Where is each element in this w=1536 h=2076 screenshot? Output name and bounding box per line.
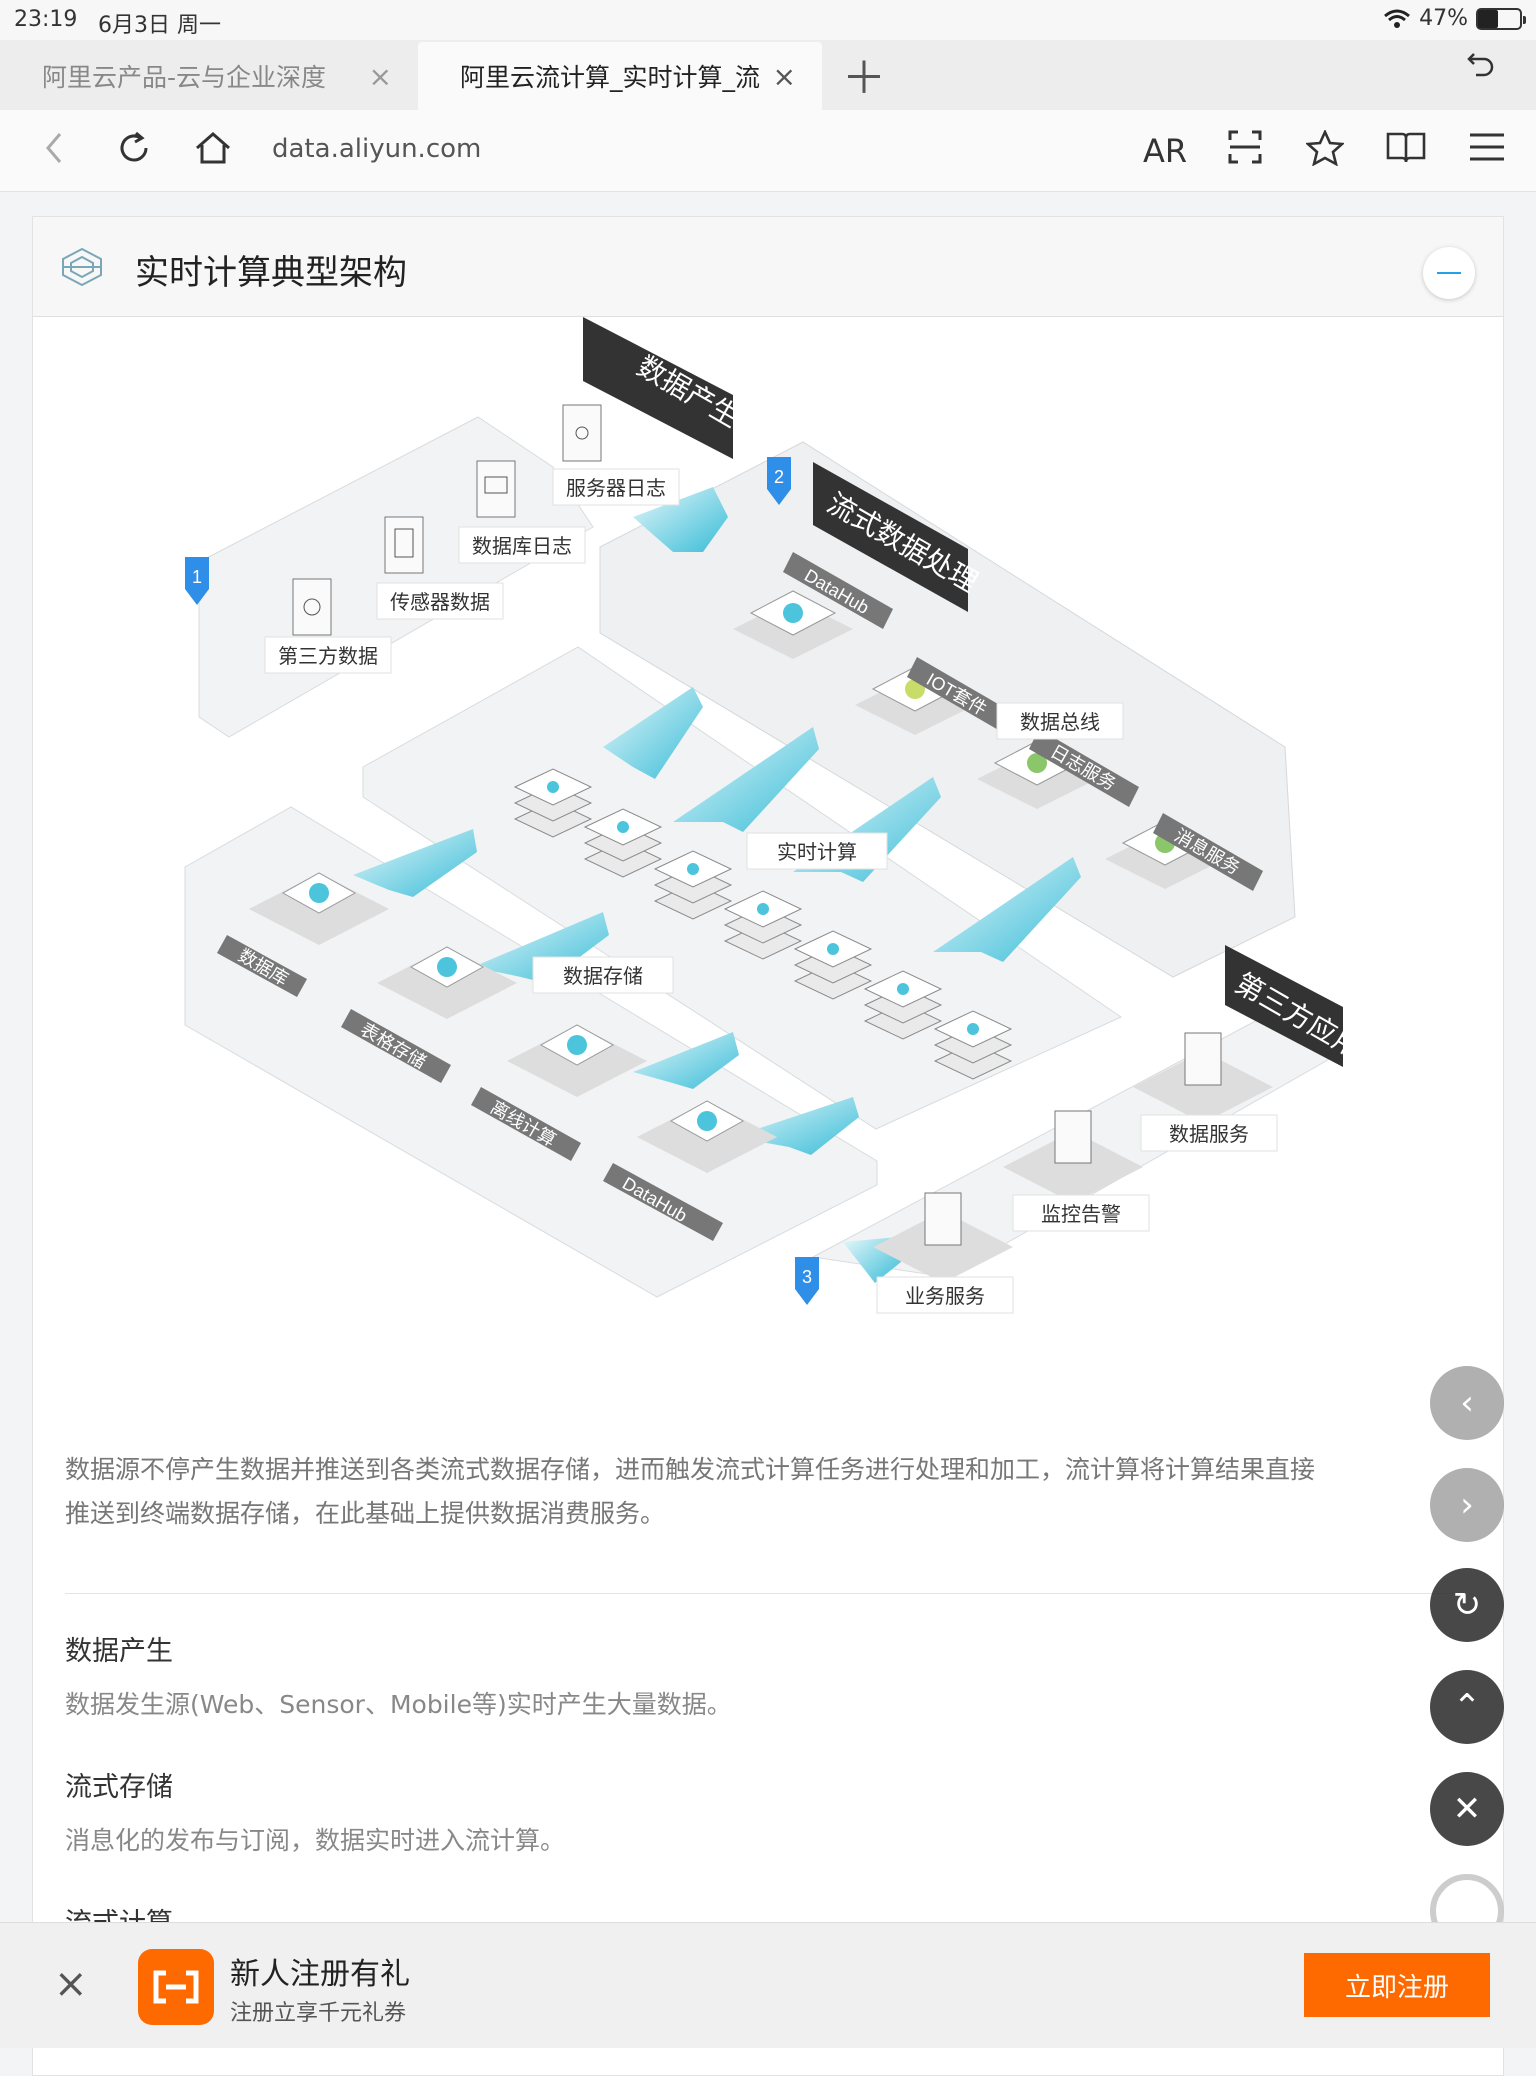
- tab-label: 阿里云产品-云与企业深度: [42, 63, 327, 92]
- banner-title: 新人注册有礼: [230, 1957, 410, 1992]
- label-box: 传感器数据: [376, 582, 504, 620]
- reload-icon[interactable]: [116, 130, 152, 175]
- stream-icon: [827, 943, 839, 955]
- refresh-button[interactable]: ↻: [1430, 1568, 1504, 1642]
- device-sensor: [384, 516, 424, 574]
- svg-text:1: 1: [192, 567, 202, 587]
- collapse-button[interactable]: [1423, 247, 1475, 299]
- label-box: 监控告警: [1012, 1194, 1150, 1232]
- battery-icon: [1476, 7, 1526, 30]
- close-page-button[interactable]: ✕: [1430, 1772, 1504, 1846]
- close-icon[interactable]: ×: [369, 60, 392, 93]
- battery-fill: [1478, 9, 1498, 28]
- new-tab-plus-icon[interactable]: ＋: [842, 42, 886, 106]
- stream-icon: [757, 903, 769, 915]
- svg-text:服务器日志: 服务器日志: [566, 477, 666, 500]
- stream-icon: [967, 1023, 979, 1035]
- back-icon[interactable]: [40, 130, 70, 175]
- stream-icon: [617, 821, 629, 833]
- device-thirdparty: [292, 578, 332, 636]
- refresh-icon: ↻: [1452, 1585, 1482, 1625]
- tab-aliyun-products[interactable]: 阿里云产品-云与企业深度 ×: [0, 42, 418, 110]
- book-icon[interactable]: [1386, 130, 1426, 173]
- status-bar: 23:19 6月3日 周一 47%: [0, 0, 1536, 40]
- status-time: 23:19: [14, 7, 78, 32]
- card-header: 实时计算典型架构: [33, 217, 1503, 317]
- register-button[interactable]: 立即注册: [1304, 1953, 1490, 2017]
- menu-icon[interactable]: [1468, 130, 1506, 171]
- label-box: 业务服务: [876, 1276, 1014, 1314]
- svg-text:数据存储: 数据存储: [563, 965, 643, 988]
- svg-text:第三方数据: 第三方数据: [278, 645, 378, 668]
- status-date: 6月3日 周一: [98, 13, 221, 38]
- ar-button[interactable]: AR: [1143, 132, 1187, 170]
- url-text[interactable]: data.aliyun.com: [272, 134, 481, 164]
- svg-text:2: 2: [774, 467, 784, 487]
- svg-text:数据总线: 数据总线: [1020, 711, 1100, 734]
- stream-icon: [687, 863, 699, 875]
- signup-banner: × 新人注册有礼 注册立享千元礼券 立即注册: [0, 1922, 1536, 2048]
- stream-icon: [547, 781, 559, 793]
- tab-bar: 阿里云产品-云与企业深度 × 阿里云流计算_实时计算_流 × ＋: [0, 40, 1536, 110]
- card-title: 实时计算典型架构: [135, 253, 407, 293]
- device-server: [562, 404, 602, 462]
- undo-icon[interactable]: [1466, 48, 1496, 86]
- svg-text:传感器数据: 传感器数据: [390, 591, 490, 614]
- scroll-top-button[interactable]: ⌃: [1430, 1670, 1504, 1744]
- zone-banner-data-source: 数据产生: [583, 317, 745, 459]
- aliyun-logo-icon: [138, 1949, 214, 2025]
- architecture-card: 实时计算典型架构 数据产生 流式数据处理 第三方应用 1 2 3 服务器日志 数…: [32, 216, 1504, 2076]
- section-title-stream-storage: 流式存储: [65, 1772, 173, 1803]
- chevron-left-icon: ‹: [1460, 1383, 1474, 1423]
- label-box: 实时计算: [746, 832, 888, 870]
- device-database: [476, 460, 516, 518]
- svg-text:数据库日志: 数据库日志: [472, 535, 572, 558]
- status-right: 47%: [1383, 6, 1526, 31]
- svg-text:业务服务: 业务服务: [905, 1285, 985, 1308]
- banner-subtitle: 注册立享千元礼券: [230, 2001, 407, 2026]
- scan-icon[interactable]: [1228, 130, 1262, 173]
- chevron-right-icon: ›: [1460, 1485, 1474, 1525]
- label-box: 数据库日志: [458, 526, 586, 564]
- svg-text:3: 3: [802, 1267, 812, 1287]
- arrow-up-icon: ⌃: [1452, 1687, 1482, 1727]
- battery-percent: 47%: [1419, 6, 1468, 31]
- divider: [65, 1593, 1465, 1594]
- svg-text:实时计算: 实时计算: [777, 841, 857, 864]
- architecture-diagram: 数据产生 流式数据处理 第三方应用 1 2 3 服务器日志 数据库日志 传感器数…: [184, 317, 1367, 1314]
- label-box: 数据存储: [532, 956, 674, 994]
- network-icon: [62, 247, 102, 287]
- wifi-icon: [1384, 9, 1411, 28]
- marker-3: 3: [795, 1257, 819, 1305]
- home-icon[interactable]: [194, 130, 232, 175]
- next-page-button[interactable]: ›: [1430, 1468, 1504, 1542]
- label-box: 数据总线: [996, 702, 1124, 740]
- section-title-data-source: 数据产生: [65, 1636, 173, 1667]
- svg-text:监控告警: 监控告警: [1041, 1203, 1121, 1226]
- label-box: 数据服务: [1140, 1114, 1278, 1152]
- tab-stream-computing[interactable]: 阿里云流计算_实时计算_流 ×: [418, 42, 822, 110]
- label-box: 第三方数据: [264, 636, 392, 674]
- star-icon[interactable]: [1304, 128, 1346, 175]
- stream-icon: [897, 983, 909, 995]
- tab-label: 阿里云流计算_实时计算_流: [460, 63, 761, 92]
- close-icon[interactable]: ×: [54, 1961, 88, 2007]
- prev-page-button[interactable]: ‹: [1430, 1366, 1504, 1440]
- description-line-2: 推送到终端数据存储，在此基础上提供数据消费服务。: [65, 1499, 666, 1528]
- section-text-data-source: 数据发生源(Web、Sensor、Mobile等)实时产生大量数据。: [65, 1690, 732, 1719]
- label-box: 服务器日志: [552, 468, 680, 506]
- url-bar: data.aliyun.com AR: [0, 110, 1536, 192]
- description-line-1: 数据源不停产生数据并推送到各类流式数据存储，进而触发流式计算任务进行处理和加工，…: [65, 1455, 1316, 1484]
- close-icon: ✕: [1452, 1789, 1482, 1829]
- close-icon[interactable]: ×: [773, 60, 796, 93]
- svg-text:数据服务: 数据服务: [1169, 1123, 1249, 1146]
- section-text-stream-storage: 消息化的发布与订阅，数据实时进入流计算。: [65, 1826, 566, 1855]
